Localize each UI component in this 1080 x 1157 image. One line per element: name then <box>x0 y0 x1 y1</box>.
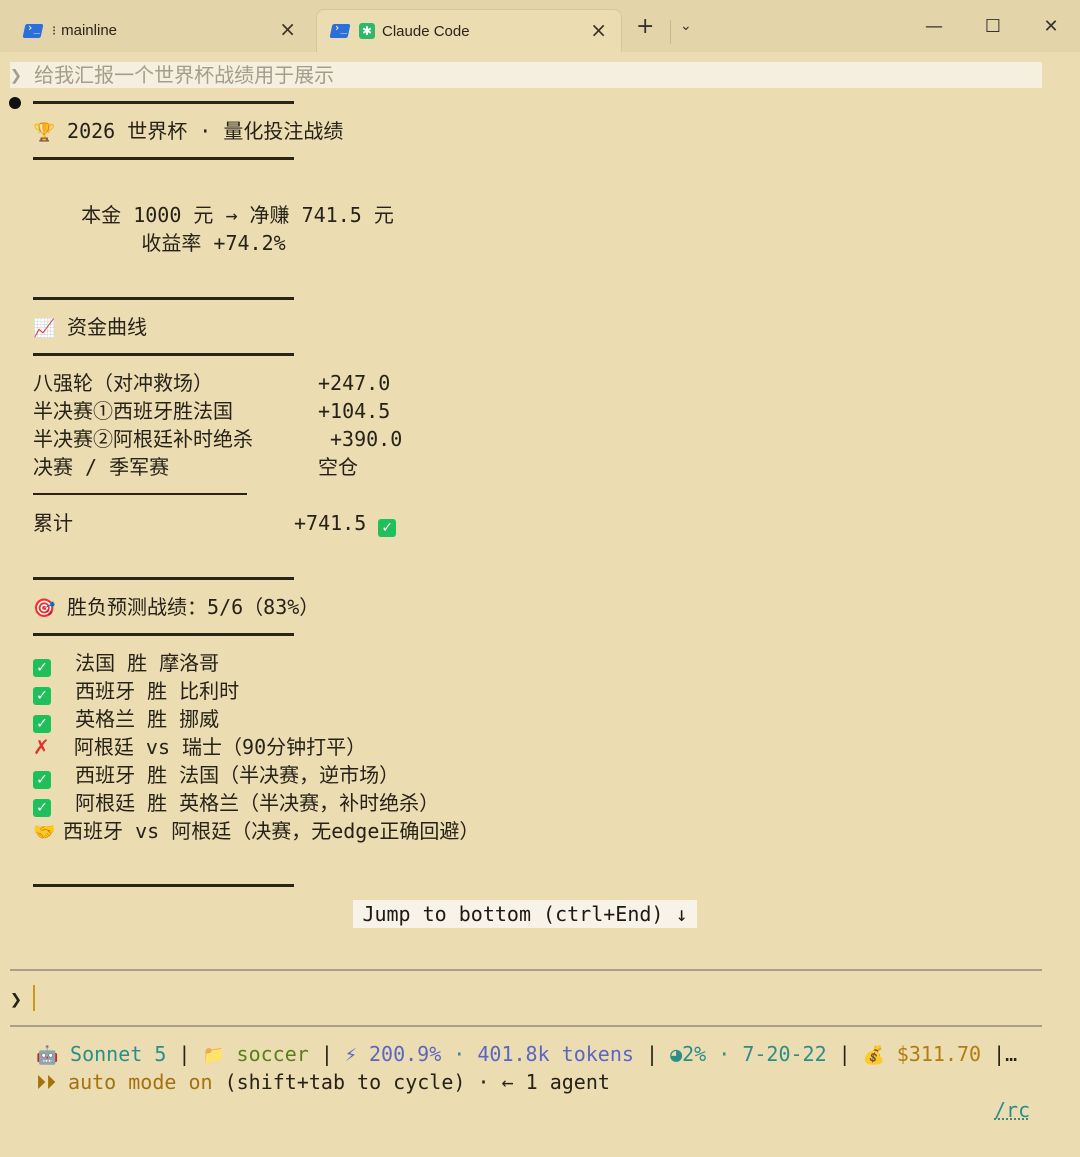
close-window-button[interactable]: ✕ <box>1029 8 1073 44</box>
branch-icon: ⁝ <box>52 22 56 38</box>
mode-line: ⏵⏵ auto mode on (shift+tab to cycle) · ←… <box>36 1068 610 1096</box>
prediction-item: ✗ 阿根廷 vs 瑞士（90分钟打平） <box>33 735 367 759</box>
tab-dropdown-button[interactable]: ⌄ <box>680 18 692 34</box>
window-time: 7-20-22 <box>742 1042 827 1066</box>
check-icon: ✓ <box>378 519 397 537</box>
powershell-icon <box>329 24 351 38</box>
money-bag-icon: 💰 <box>862 1045 886 1066</box>
prediction-item: ✓ 阿根廷 胜 英格兰（半决赛，补时绝杀） <box>33 789 439 817</box>
folder-name: soccer <box>236 1042 309 1066</box>
token-count: 401.8k tokens <box>477 1042 634 1066</box>
curve-value: +104.5 <box>318 399 391 423</box>
curve-row: 半决赛①西班牙胜法国 <box>33 399 233 423</box>
prompt-text: 给我汇报一个世界杯战绩用于展示 <box>34 63 335 87</box>
text-cursor[interactable] <box>33 985 35 1011</box>
powershell-icon <box>22 23 44 38</box>
divider <box>33 884 294 887</box>
model-name: Sonnet 5 <box>70 1042 167 1066</box>
input-bottom-border <box>10 1025 1042 1027</box>
previous-prompt: ❯ 给我汇报一个世界杯战绩用于展示 <box>10 62 1042 88</box>
curve-value: +390.0 <box>330 427 403 451</box>
maximize-button[interactable]: ☐ <box>971 8 1015 44</box>
tab-mainline[interactable]: ⁝ mainline × <box>10 9 310 52</box>
input-chevron-icon: ❯ <box>10 987 23 1011</box>
minimize-button[interactable]: — <box>912 8 956 44</box>
jump-to-bottom-button[interactable]: Jump to bottom (ctrl+End) ↓ <box>353 900 697 928</box>
check-icon: ✓ <box>33 715 51 733</box>
divider <box>33 353 294 356</box>
trophy-icon: 🏆 <box>33 122 56 143</box>
new-tab-button[interactable]: + <box>636 14 654 39</box>
divider <box>33 157 294 160</box>
prediction-item: ✓ 西班牙 胜 法国（半决赛，逆市场） <box>33 761 399 789</box>
prediction-item: 🤝 西班牙 vs 阿根廷（决赛，无edge正确回避） <box>33 817 479 847</box>
tab-label: Claude Code <box>382 22 470 40</box>
tab-separator <box>670 20 671 44</box>
check-icon: ✓ <box>33 771 51 789</box>
curve-value: +247.0 <box>318 371 391 395</box>
total-value: +741.5 ✓ <box>294 509 397 537</box>
curve-value: 空仓 <box>318 455 358 479</box>
mode-text: auto mode on <box>68 1070 213 1094</box>
context-icon: ◕ <box>670 1042 683 1066</box>
lightning-icon: ⚡ <box>344 1042 357 1066</box>
summary-return: 收益率 +74.2% <box>33 231 286 255</box>
curve-row: 八强轮（对冲救场） <box>33 371 213 395</box>
check-icon: ✓ <box>33 799 51 817</box>
divider <box>33 577 294 580</box>
close-tab-icon[interactable]: × <box>279 19 296 39</box>
prompt-chevron-icon: ❯ <box>10 63 23 87</box>
check-icon: ✓ <box>33 687 51 705</box>
tab-label: mainline <box>61 22 118 39</box>
prediction-item: ✓ 法国 胜 摩洛哥 <box>33 649 219 677</box>
folder-icon: 📁 <box>202 1045 225 1066</box>
check-icon: ✓ <box>33 659 51 677</box>
curve-row: 决赛 / 季军赛 <box>33 455 170 479</box>
rc-link[interactable]: /rc <box>994 1096 1030 1124</box>
title-bar: ⁝ mainline × ✱ Claude Code × + ⌄ — ☐ ✕ <box>0 0 1080 52</box>
summary-capital: 本金 1000 元 → 净赚 741.5 元 <box>33 203 394 227</box>
robot-icon: 🤖 <box>36 1045 59 1066</box>
cost: $311.70 <box>896 1042 982 1066</box>
total-label: 累计 <box>33 511 73 535</box>
fast-forward-icon: ⏵⏵ <box>36 1070 56 1094</box>
mode-hint: (shift+tab to cycle) · ← 1 agent <box>224 1070 610 1094</box>
response-bullet-icon <box>9 97 21 109</box>
prediction-item: ✓ 西班牙 胜 比利时 <box>33 677 239 705</box>
handshake-icon: 🤝 <box>33 822 56 843</box>
target-icon: 🎯 <box>33 598 56 619</box>
divider <box>33 493 247 495</box>
prediction-item: ✓ 英格兰 胜 挪威 <box>33 705 219 733</box>
close-tab-icon[interactable]: × <box>590 20 607 40</box>
report-title: 🏆 2026 世界杯 · 量化投注战绩 <box>33 117 343 147</box>
divider <box>33 297 294 300</box>
usage-percent: 200.9% <box>369 1042 442 1066</box>
input-top-border <box>10 969 1042 971</box>
divider <box>33 101 294 104</box>
context-percent: 2% <box>682 1042 707 1066</box>
cross-icon: ✗ <box>33 735 50 759</box>
chart-increasing-icon: 📈 <box>33 318 56 339</box>
status-line: 🤖 Sonnet 5 | 📁 soccer | ⚡ 200.9% · 401.8… <box>36 1040 1017 1070</box>
claude-icon: ✱ <box>359 23 375 39</box>
divider <box>33 633 294 636</box>
tab-claude-code[interactable]: ✱ Claude Code × <box>316 9 622 52</box>
curve-title: 📈 资金曲线 <box>33 313 147 343</box>
prediction-title: 🎯 胜负预测战绩：5/6（83%） <box>33 593 319 623</box>
curve-row: 半决赛②阿根廷补时绝杀 <box>33 427 253 451</box>
